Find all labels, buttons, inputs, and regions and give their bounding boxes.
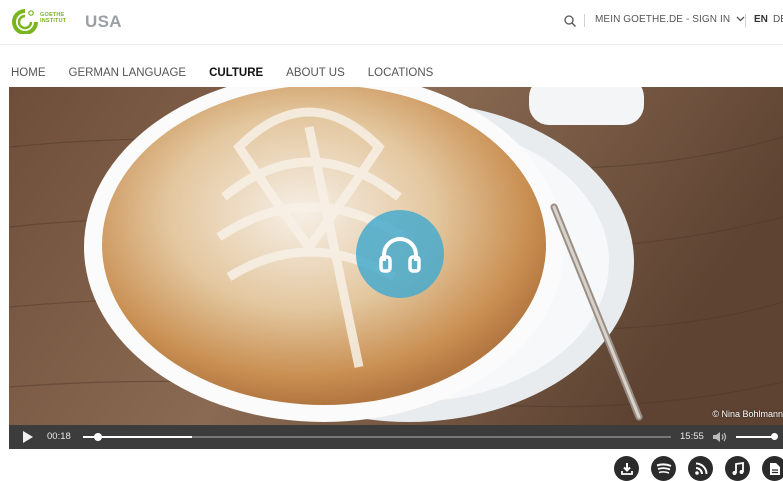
main-navigation: HOME GERMAN LANGUAGE CULTURE ABOUT US LO…	[11, 67, 456, 83]
image-credit: © Nina Bohlmann	[712, 409, 783, 419]
header-divider	[745, 14, 746, 27]
headphones-icon	[379, 237, 421, 273]
top-header: GOETHE INSTITUT USA MEIN GOETHE.DE - SIG…	[0, 0, 783, 45]
nav-item-german-language[interactable]: GERMAN LANGUAGE	[69, 67, 187, 83]
volume-thumb[interactable]	[771, 433, 778, 440]
seek-thumb[interactable]	[94, 433, 102, 441]
header-divider	[584, 14, 585, 27]
seek-bar[interactable]	[83, 433, 671, 441]
listen-overlay-button[interactable]	[356, 210, 444, 298]
podcast-cover-image: © Nina Bohlmann	[9, 87, 783, 425]
play-icon[interactable]	[23, 431, 33, 443]
volume-slider[interactable]	[736, 436, 776, 438]
language-en[interactable]: EN	[754, 14, 768, 25]
nav-item-locations[interactable]: LOCATIONS	[368, 67, 434, 83]
rss-icon[interactable]	[688, 456, 713, 481]
nav-item-culture[interactable]: CULTURE	[209, 67, 263, 83]
total-duration: 15:55	[680, 431, 704, 442]
chevron-down-icon	[736, 14, 745, 24]
audio-player: 00:18 15:55	[9, 425, 783, 449]
music-note-icon[interactable]	[725, 456, 750, 481]
account-sign-in-menu[interactable]: MEIN GOETHE.DE - SIGN IN	[595, 14, 745, 25]
spotify-icon[interactable]	[651, 456, 676, 481]
nav-item-about-us[interactable]: ABOUT US	[286, 67, 345, 83]
account-label: MEIN GOETHE.DE - SIGN IN	[595, 14, 731, 25]
nav-item-home[interactable]: HOME	[11, 67, 46, 83]
volume-icon[interactable]	[712, 431, 728, 446]
search-icon[interactable]	[563, 14, 577, 28]
podcast-actions	[0, 456, 783, 481]
logo-wordmark: GOETHE INSTITUT	[40, 12, 67, 24]
document-icon[interactable]	[762, 456, 783, 481]
goethe-logo[interactable]	[9, 8, 39, 35]
current-time: 00:18	[47, 431, 71, 442]
download-icon[interactable]	[614, 456, 639, 481]
region-title[interactable]: USA	[85, 12, 122, 32]
language-de[interactable]: DE	[773, 14, 783, 25]
